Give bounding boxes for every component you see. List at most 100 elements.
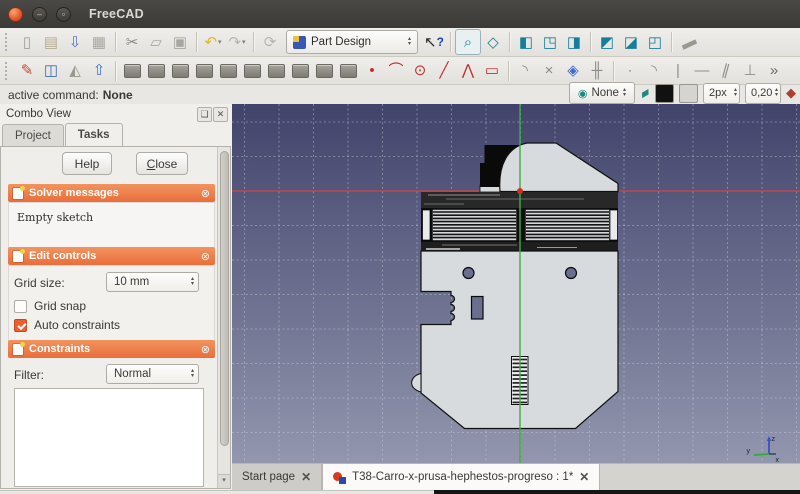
window-minimize-button[interactable]: – xyxy=(32,7,47,22)
undo-dropdown-caret[interactable]: ▾ xyxy=(218,38,222,46)
rear-view-button[interactable]: ◩ xyxy=(595,30,619,54)
whats-this-button[interactable]: ↖? xyxy=(422,30,446,54)
edit-controls-header[interactable]: Edit controls ⊗ xyxy=(8,247,215,265)
constrain-horizontal-button[interactable]: — xyxy=(690,59,714,83)
save-button[interactable]: ⇩ xyxy=(63,30,87,54)
external-geometry-button[interactable]: ◈ xyxy=(561,59,585,83)
snap-mode-button[interactable]: ◉ None ▴▾ xyxy=(569,82,635,104)
point-size-spinbox[interactable]: 0,20 ▴▾ xyxy=(745,83,781,104)
tab-close-icon[interactable]: ✕ xyxy=(301,470,311,484)
print-button[interactable]: ▦ xyxy=(87,30,111,54)
render-mode-icon[interactable]: ◆ xyxy=(786,85,796,101)
solver-messages-box: Empty sketch xyxy=(8,202,215,249)
constrain-vertical-button[interactable]: | xyxy=(666,59,690,83)
scrollbar-thumb[interactable] xyxy=(220,151,229,446)
subtractive-box-button[interactable] xyxy=(312,59,336,83)
grid-size-spinbox[interactable]: 10 mm ▴▾ xyxy=(106,272,199,292)
close-panel-icon[interactable]: ✕ xyxy=(213,107,228,122)
fit-all-button[interactable]: ⌕ xyxy=(455,29,481,55)
document-tab-start-page[interactable]: Start page✕ xyxy=(232,464,322,490)
front-view-button[interactable]: ◧ xyxy=(514,30,538,54)
redo-dropdown-caret[interactable]: ▾ xyxy=(242,38,246,46)
eraser-icon[interactable]: ▰ xyxy=(637,84,654,103)
line-color-swatch[interactable] xyxy=(655,84,674,103)
cut-button[interactable]: ✂ xyxy=(120,30,144,54)
toolbar-separator xyxy=(450,32,451,52)
window-title: FreeCAD xyxy=(89,7,144,21)
constrain-coincident-button[interactable]: ∙ xyxy=(618,59,642,83)
copy-button[interactable]: ▱ xyxy=(144,30,168,54)
auto-constraints-checkbox[interactable] xyxy=(14,319,27,332)
tab-close-icon[interactable]: ✕ xyxy=(579,470,589,484)
tab-project[interactable]: Project xyxy=(2,124,64,146)
bottom-view-button[interactable]: ◪ xyxy=(619,30,643,54)
3d-viewport[interactable]: zyx xyxy=(232,104,800,463)
constrain-point-on-object-button[interactable]: ◝ xyxy=(642,59,666,83)
left-view-button[interactable]: ◰ xyxy=(643,30,667,54)
create-rectangle-button[interactable]: ▭ xyxy=(480,59,504,83)
workbench-selector[interactable]: Part Design▴▾ xyxy=(286,30,418,54)
right-view-button[interactable]: ◨ xyxy=(562,30,586,54)
filter-dropdown[interactable]: Normal ▴▾ xyxy=(106,364,199,384)
sketch-view[interactable]: zyx xyxy=(232,104,800,463)
toolbar-overflow-button[interactable]: » xyxy=(762,59,786,83)
create-line-button[interactable]: ╱ xyxy=(432,59,456,83)
pocket-button[interactable] xyxy=(144,59,168,83)
collapse-icon[interactable]: ⊗ xyxy=(201,343,210,356)
construction-mode-button[interactable]: ╫ xyxy=(585,59,609,83)
grid-snap-row[interactable]: Grid snap xyxy=(14,299,86,313)
toolbar-grip[interactable] xyxy=(5,62,12,80)
additive-cone-button[interactable] xyxy=(288,59,312,83)
measure-distance-button[interactable]: ▬ xyxy=(676,30,700,54)
create-point-button[interactable]: • xyxy=(360,59,384,83)
toolbar-grip[interactable] xyxy=(5,33,12,51)
axonometric-view-button[interactable]: ◇ xyxy=(481,30,505,54)
create-polyline-button[interactable]: ⋀ xyxy=(456,59,480,83)
refresh-icon: ⟳ xyxy=(264,35,277,50)
undo-icon: ↶ xyxy=(204,35,217,50)
help-button[interactable]: Help xyxy=(62,152,112,175)
window-close-button[interactable] xyxy=(8,7,23,22)
scrollbar-down-arrow[interactable]: ▾ xyxy=(218,474,230,488)
constraints-header[interactable]: Constraints ⊗ xyxy=(8,340,215,358)
additive-sphere-button[interactable] xyxy=(264,59,288,83)
window-maximize-button[interactable]: ▫ xyxy=(56,7,71,22)
float-panel-icon[interactable]: ❏ xyxy=(197,107,212,122)
edit-sketch-button[interactable]: ✎ xyxy=(15,59,39,83)
document-tab-t38-carro-x-prusa-hephestos-pr[interactable]: T38-Carro-x-prusa-hephestos-progreso : 1… xyxy=(322,464,600,490)
fillet-button[interactable]: ◝ xyxy=(513,59,537,83)
view-section-button[interactable]: ◫ xyxy=(39,59,63,83)
pad-button[interactable] xyxy=(120,59,144,83)
tab-tasks[interactable]: Tasks xyxy=(65,123,123,146)
constrain-parallel-button[interactable]: ∥ xyxy=(714,59,738,83)
constraints-list[interactable] xyxy=(14,388,204,487)
redo-button[interactable]: ↷▾ xyxy=(225,30,249,54)
refresh-button[interactable]: ⟳ xyxy=(258,30,282,54)
close-button[interactable]: Close xyxy=(136,152,188,175)
undo-button[interactable]: ↶▾ xyxy=(201,30,225,54)
auto-constraints-row[interactable]: Auto constraints xyxy=(14,318,120,332)
map-sketch-button[interactable]: ◭ xyxy=(63,59,87,83)
constrain-perpendicular-button[interactable]: ⊥ xyxy=(738,59,762,83)
create-arc-button[interactable]: ⌒ xyxy=(384,59,408,83)
collapse-icon[interactable]: ⊗ xyxy=(201,187,210,200)
solver-messages-header[interactable]: Solver messages ⊗ xyxy=(8,184,215,202)
face-color-swatch[interactable] xyxy=(679,84,698,103)
line-width-spinbox[interactable]: 2px ▴▾ xyxy=(703,83,740,104)
additive-box-button[interactable] xyxy=(216,59,240,83)
new-file-button[interactable]: ▯ xyxy=(15,30,39,54)
paste-button[interactable]: ▣ xyxy=(168,30,192,54)
trim-edge-button[interactable]: × xyxy=(537,59,561,83)
grid-snap-checkbox[interactable] xyxy=(14,300,27,313)
panel-scrollbar[interactable]: ▾ xyxy=(217,147,230,488)
revolution-button[interactable] xyxy=(168,59,192,83)
top-view-button[interactable]: ◳ xyxy=(538,30,562,54)
leave-sketch-button[interactable]: ⇧ xyxy=(87,59,111,83)
groove-button[interactable] xyxy=(192,59,216,83)
collapse-icon[interactable]: ⊗ xyxy=(201,250,210,263)
open-file-button[interactable]: ▤ xyxy=(39,30,63,54)
additive-cylinder-button[interactable] xyxy=(240,59,264,83)
create-circle-button[interactable]: ⊙ xyxy=(408,59,432,83)
origin-point[interactable] xyxy=(517,188,523,194)
subtractive-cylinder-button[interactable] xyxy=(336,59,360,83)
